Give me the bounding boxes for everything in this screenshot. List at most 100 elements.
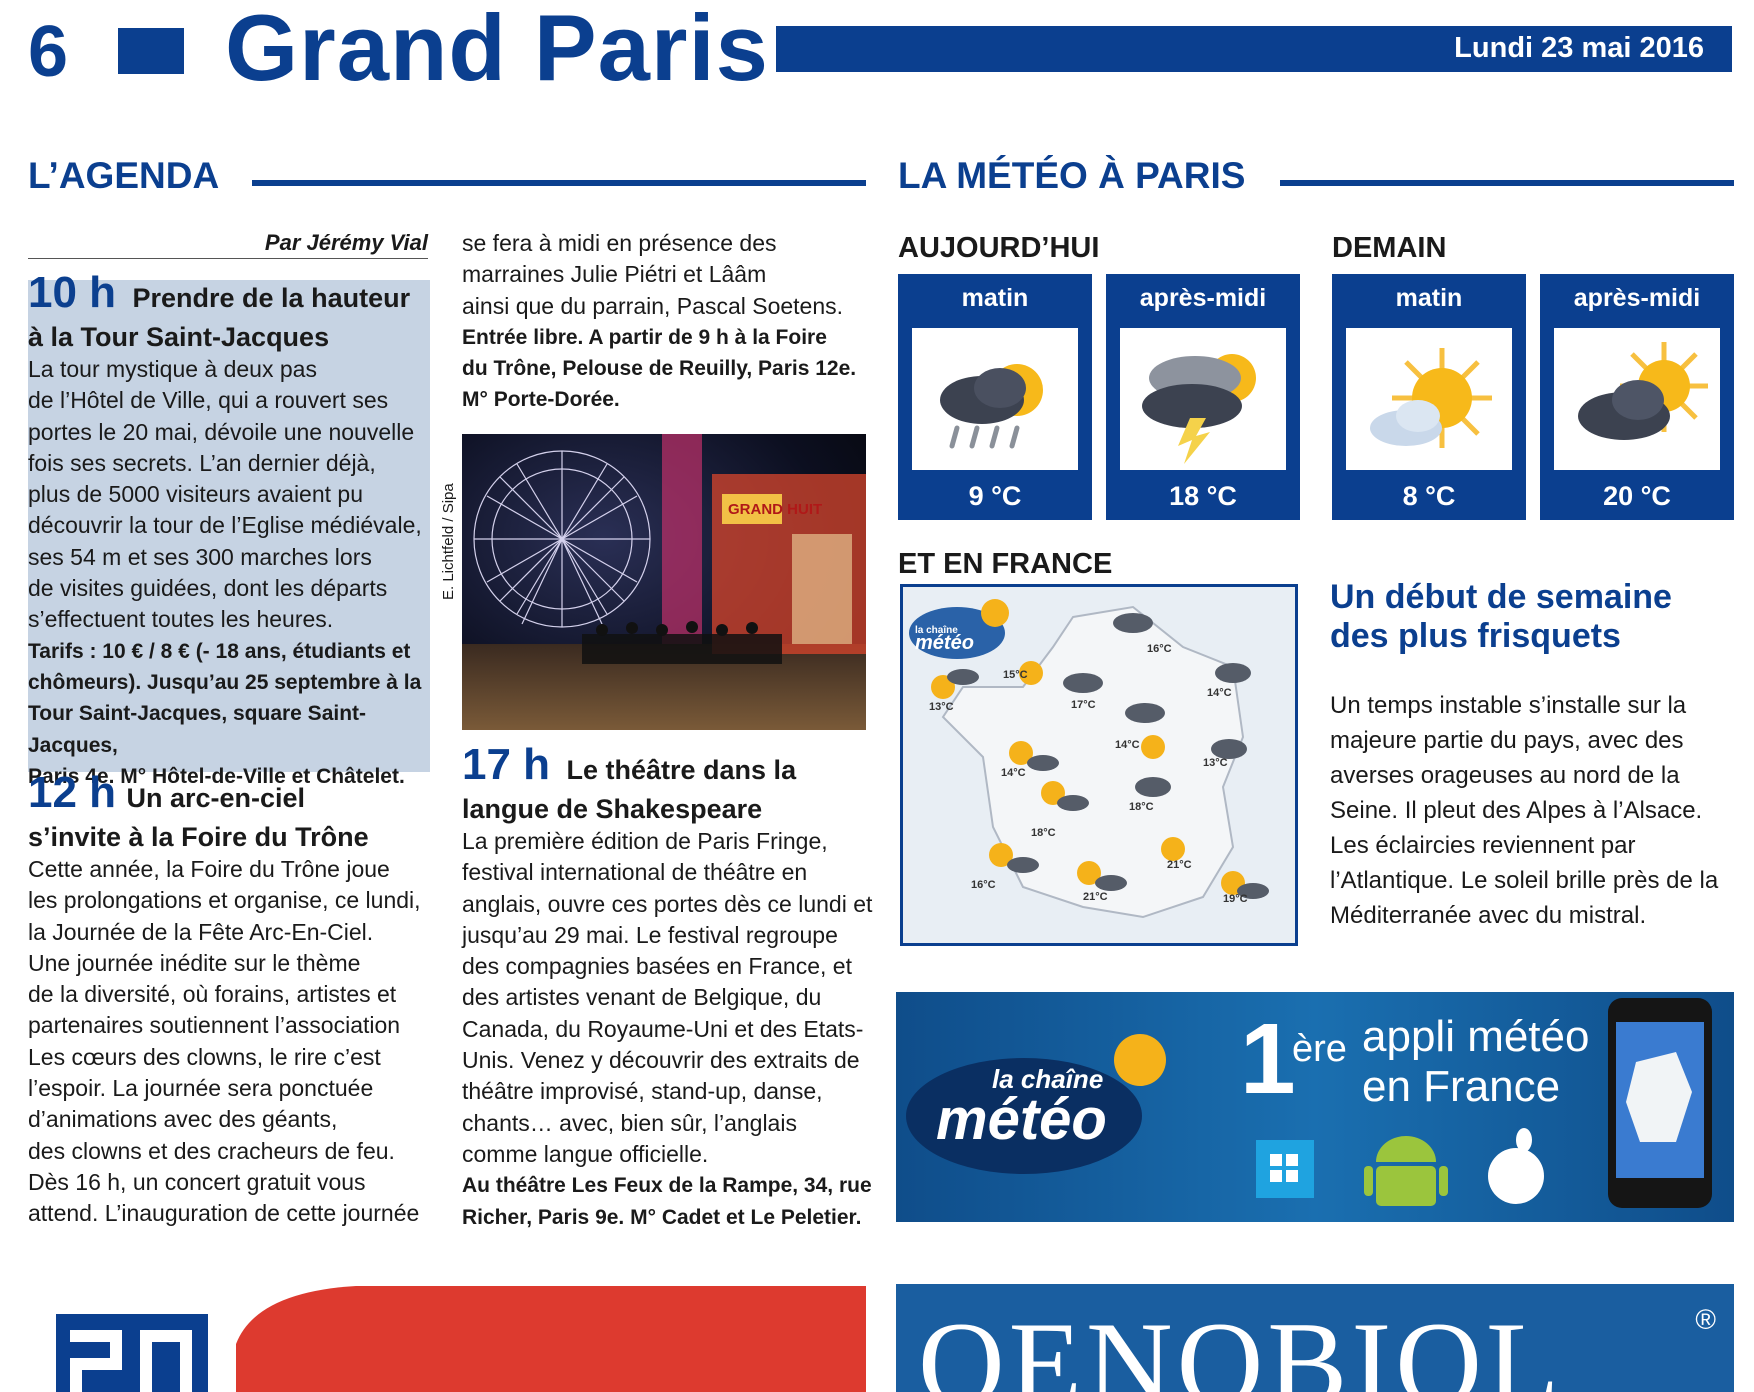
info-line: du Trône, Pelouse de Reuilly, Paris 12e. [462,357,857,381]
event-title-line2: langue de Shakespeare [462,794,763,824]
event-title-line2: s’invite à la Foire du Trône [28,822,369,852]
event-12h-continued: se fera à midi en présence des marraines… [462,228,872,416]
event-body: Cette année, la Foire du Trône joue les … [28,854,438,1230]
meteo-app-ad[interactable]: la chaîne météo 1 ère appli météo en Fra… [896,992,1734,1222]
body-line: de l’Hôtel de Ville, qui a rouvert ses [28,387,389,414]
event-hour: 12 h [28,768,117,817]
map-logo: météo [915,632,974,654]
issue-date: Lundi 23 mai 2016 [1454,32,1704,64]
event-body: se fera à midi en présence des marraines… [462,228,872,322]
body-line: comme langue officielle. [462,1140,709,1167]
body-line: des artistes venant de Belgique, du [462,984,822,1011]
ad-superscript: ère [1292,1028,1347,1070]
byline: Par Jérémy Vial [264,230,428,255]
temperature: 9 °C [968,481,1022,511]
body-line: théâtre improvisé, stand-up, danse, [462,1078,823,1105]
body-line: se fera à midi en présence des [462,230,777,256]
body-line: chants… avec, bien sûr, l’anglais [462,1109,797,1136]
map-temp: 18°C [1129,801,1154,813]
event-body: La tour mystique à deux pas de l’Hôtel d… [28,354,428,636]
weather-card-today-morning: matin 9 °C [898,274,1092,520]
body-line: de visites guidées, dont les départs [28,575,388,602]
body-line: marraines Julie Piétri et Lââm [462,261,767,288]
storm-icon [1120,328,1286,470]
cloud-sun-icon [1554,328,1720,470]
meteo-body: Un temps instable s’installe sur la maje… [1330,692,1719,929]
agenda-heading: L’AGENDA [28,155,220,196]
event-title: Prendre de la hauteur [132,283,411,313]
map-temp: 13°C [929,701,954,713]
info-line: chômeurs). Jusqu’au 25 septembre à la [28,670,422,694]
map-temp: 18°C [1031,827,1056,839]
bottom-right-ad[interactable]: OENOBIOL ® [896,1284,1734,1392]
ad-brand: météo [936,1087,1107,1152]
weather-card-tomorrow-afternoon: après-midi 20 °C [1540,274,1734,520]
android-icon [1364,1136,1448,1206]
map-temp: 16°C [1147,643,1172,655]
body-line: Les cœurs des clowns, le rire c’est [28,1043,381,1070]
page-number: 6 [28,12,69,92]
map-temp: 14°C [1115,739,1140,751]
meteo-headline: Un début de semaine des plus frisquets [1330,578,1672,655]
event-hour: 10 h [28,268,117,317]
today-label: AUJOURD’HUI [898,232,1100,264]
header-square-decoration [118,28,184,74]
event-title-line2: à la Tour Saint-Jacques [28,322,330,352]
event-title: Le théâtre dans la [566,755,797,785]
event-10h: 10 h Prendre de la hauteur à la Tour Sai… [28,271,428,792]
meteo-heading: LA MÉTÉO À PARIS [898,155,1246,196]
tomorrow-label: DEMAIN [1332,232,1447,264]
section-title: Grand Paris [225,0,769,100]
event-info: Au théâtre Les Feux de la Rampe, 34, rue… [462,1170,874,1233]
info-line: Au théâtre Les Feux de la Rampe, 34, rue [462,1174,872,1198]
bottom-left-ad[interactable] [56,1284,866,1392]
period-label: après-midi [1139,284,1267,312]
body-line: jusqu’au 29 mai. Le festival regroupe [462,921,838,948]
map-temp: 14°C [1001,767,1026,779]
body-line: Unis. Venez y découvrir des extraits de [462,1047,860,1074]
apple-icon [1488,1128,1544,1204]
period-label: matin [1395,284,1463,312]
body-line: portes le 20 mai, dévoile une nouvelle [28,418,415,445]
france-weather-map: la chaîne météo 16°C 15°C 13°C 17°C 14°C… [900,584,1298,946]
period-label: matin [961,284,1029,312]
registered-mark: ® [1695,1304,1716,1335]
body-line: Cette année, la Foire du Trône joue [28,856,390,882]
body-line: festival international de théâtre en [462,859,808,886]
map-temp: 19°C [1223,893,1248,905]
body-line: Dès 16 h, un concert gratuit vous [28,1168,366,1195]
meteo-rule [1280,180,1734,186]
map-temp: 15°C [1003,669,1028,681]
body-line: Une journée inédite sur le thème [28,949,361,976]
ferris-wheel-image: GRAND HUIT [462,434,866,730]
agenda-rule [252,180,866,186]
body-line: des clowns et des cracheurs de feu. [28,1137,395,1164]
event-17h: 17 h Le théâtre dans la langue de Shakes… [462,743,874,1233]
sun-cloud-icon [1346,328,1512,470]
body-line: ainsi que du parrain, Pascal Soetens. [462,292,844,319]
period-label: après-midi [1573,284,1701,312]
fairground-photo: GRAND HUIT [462,434,866,730]
weather-card-tomorrow-morning: matin 8 °C [1332,274,1526,520]
body-line: s’effectuent toutes les heures. [28,606,334,633]
body-line: d’animations avec des géants, [28,1106,338,1133]
info-line: Richer, Paris 9e. M° Cadet et Le Peletie… [462,1205,862,1229]
ad-number: 1 [1240,1003,1296,1115]
body-line: la Journée de la Fête Arc-En-Ciel. [28,918,374,945]
fair-sign: GRAND HUIT [728,501,822,518]
body-line: plus de 5000 visiteurs avaient pu [28,481,363,508]
info-line: Tour Saint-Jacques, square Saint-Jacques… [28,702,367,757]
body-line: découvrir la tour de l’Eglise médiévale, [28,512,422,539]
event-title: Un arc-en-ciel [126,783,306,813]
body-line: de la diversité, où forains, artistes et [28,981,397,1008]
temperature: 20 °C [1603,481,1671,511]
info-line: Entrée libre. A partir de 9 h à la Foire [462,325,827,349]
body-line: fois ses secrets. L’an dernier déjà, [28,449,376,476]
map-temp: 13°C [1203,757,1228,769]
smartphone-icon [1608,998,1712,1208]
event-12h: 12 h Un arc-en-ciel s’invite à la Foire … [28,771,438,1230]
temperature: 8 °C [1402,481,1456,511]
map-temp: 14°C [1207,687,1232,699]
france-label: ET EN FRANCE [898,548,1113,580]
body-line: La tour mystique à deux pas [28,356,317,382]
